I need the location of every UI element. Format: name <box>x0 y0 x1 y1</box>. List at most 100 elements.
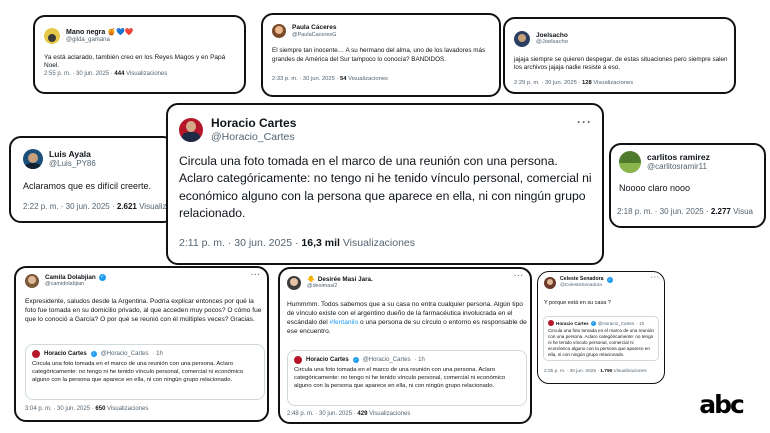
verified-badge-icon: ✓ <box>90 351 97 357</box>
svg-text:abc: abc <box>699 392 744 418</box>
tweet-text: El siempre tan inocente… A su hermano de… <box>272 47 486 63</box>
tweet-meta: 2:22 p. m. · 30 jun. 2025 · 2.621 Visual… <box>23 202 171 211</box>
tweet-time[interactable]: 2:18 p. m. · 30 jun. 2025 · <box>617 207 709 216</box>
tweet-card[interactable]: Camila Dolabjian ✓ @camidolabjian ··· Ex… <box>14 266 269 422</box>
quoted-tweet[interactable]: Horacio Cartes ✓ @Horacio_Cartes · 1h Ci… <box>287 350 527 406</box>
views-label: Visualizaciones <box>369 411 411 417</box>
quoted-text: Circula una foto tomada en el marco de u… <box>294 367 506 389</box>
quoted-author-name: Horacio Cartes <box>556 320 589 326</box>
author-name[interactable]: Luis Ayala <box>49 149 96 160</box>
tweet-text: Noooo claro nooo <box>619 183 691 193</box>
tweet-meta: 2:35 p. m. · 30 jun. 2025 · 1.790 Visual… <box>544 369 647 374</box>
author-handle[interactable]: @gilda_gamana <box>66 37 133 44</box>
author-handle[interactable]: @camidolabjian <box>45 281 106 287</box>
view-count: 54 <box>340 76 347 82</box>
view-count: 2.621 <box>116 202 137 211</box>
tweet-meta: 3:04 p. m. · 30 jun. 2025 · 650 Visualiz… <box>25 406 148 412</box>
verified-badge-icon: ✓ <box>590 320 596 326</box>
avatar[interactable] <box>23 149 43 169</box>
author-handle[interactable]: @Horacio_Cartes <box>211 131 296 143</box>
quoted-author-handle: @Horacio_Cartes <box>362 357 411 363</box>
author-name[interactable]: Horacio Cartes <box>211 116 296 131</box>
quoted-tweet[interactable]: Horacio Cartes ✓ @Horacio_Cartes · 1h Ci… <box>25 344 265 400</box>
name-emoji: 🐥 <box>307 276 315 284</box>
author-handle[interactable]: @CelesteSenadora <box>560 283 613 289</box>
tweet-card[interactable]: Joelsacho @Joelsacho jajaja siempre se q… <box>503 17 736 94</box>
views-label: Visualizaciones <box>613 369 647 374</box>
tweet-card[interactable]: Luis Ayala @Luis_PY86 Aclaramos que es d… <box>9 136 175 223</box>
tweet-time[interactable]: 2:55 p. m. · 30 jun. 2025 · <box>44 71 113 77</box>
tweet-card[interactable]: carlitos ramirez @carlitosramir11 Noooo … <box>609 143 766 228</box>
more-options-icon[interactable]: ··· <box>577 115 592 129</box>
author-name[interactable]: Desirée Masi Jara. <box>318 276 373 283</box>
author-name[interactable]: Joelsacho <box>536 32 568 39</box>
avatar[interactable] <box>272 24 286 38</box>
tweet-text: Aclaramos que es difícil creerte. <box>23 181 152 191</box>
views-label: Visua <box>733 207 753 216</box>
avatar[interactable] <box>514 31 530 47</box>
views-label: Visualizaciones <box>342 237 416 249</box>
view-count: 650 <box>95 406 106 412</box>
more-options-icon[interactable]: ··· <box>651 275 660 281</box>
tweet-time[interactable]: 3:04 p. m. · 30 jun. 2025 · <box>25 406 94 412</box>
tweet-time[interactable]: 2:48 p. m. · 30 jun. 2025 · <box>287 411 356 417</box>
tweet-text: Expresidente, saludos desde la Argentina… <box>25 298 262 324</box>
quoted-text: Circula una foto tomada en el marco de u… <box>32 361 244 383</box>
abc-logo: abc <box>699 392 746 418</box>
avatar[interactable] <box>619 151 641 173</box>
tweet-meta: 2:11 p. m. · 30 jun. 2025 · 16,3 mil Vis… <box>179 237 415 249</box>
tweet-text: Hummmm. Todos sabemos que a su casa no e… <box>287 300 527 336</box>
author-name[interactable]: Mano negra 🍯💙❤️ <box>66 29 133 37</box>
views-label: Visualizaciones <box>348 76 388 82</box>
tweet-card-main[interactable]: Horacio Cartes @Horacio_Cartes ··· Circu… <box>166 103 604 265</box>
author-name[interactable]: Camila Dolabjian <box>45 274 96 281</box>
quoted-text: Circula una foto tomada en el marco de u… <box>548 328 654 357</box>
avatar[interactable] <box>25 274 39 288</box>
tweet-meta: 2:18 p. m. · 30 jun. 2025 · 2.277 Visua <box>617 207 753 216</box>
tweet-card[interactable]: Mano negra 🍯💙❤️ @gilda_gamana Ya está ac… <box>33 15 246 94</box>
avatar[interactable] <box>544 277 556 289</box>
views-label: Visualizaciones <box>107 406 149 412</box>
author-handle[interactable]: @desimasi2 <box>307 283 373 289</box>
avatar[interactable] <box>179 117 203 142</box>
view-count: 1.790 <box>600 369 613 374</box>
author-name[interactable]: Paula Cáceres <box>292 24 336 31</box>
tweet-card[interactable]: 🐥 Desirée Masi Jara. @desimasi2 ··· Humm… <box>278 267 532 424</box>
tweet-card[interactable]: Celeste Senadora ✓ @CelesteSenadora ··· … <box>537 271 665 384</box>
view-count: 128 <box>582 80 592 86</box>
author-handle[interactable]: @Luis_PY86 <box>49 159 96 168</box>
more-options-icon[interactable]: ··· <box>514 273 524 280</box>
avatar <box>294 356 302 364</box>
author-name[interactable]: carlitos ramirez <box>647 152 710 163</box>
quoted-author-handle: @Horacio_Cartes <box>100 351 149 357</box>
tweet-text: Circula una foto tomada en el marco de u… <box>179 154 592 220</box>
author-handle[interactable]: @PaulaCaceresG <box>292 32 336 38</box>
tweet-meta: 2:55 p. m. · 30 jun. 2025 · 444 Visualiz… <box>44 71 167 77</box>
quoted-tweet[interactable]: Horacio Cartes ✓ @Horacio_Cartes · 1h Ci… <box>543 316 659 361</box>
author-handle[interactable]: @carlitosramir11 <box>647 162 710 171</box>
tweet-meta: 2:48 p. m. · 30 jun. 2025 · 429 Visualiz… <box>287 411 410 417</box>
quoted-author-handle: @Horacio_Cartes <box>597 320 635 326</box>
tweet-time[interactable]: 2:33 p. m. · 30 jun. 2025 · <box>272 76 338 82</box>
tweet-time[interactable]: 2:11 p. m. · 30 jun. 2025 · <box>179 237 298 249</box>
verified-badge-icon: ✓ <box>352 357 359 363</box>
tweet-time[interactable]: 2:29 p. m. · 30 jun. 2025 · <box>514 80 580 86</box>
tweet-time[interactable]: 2:22 p. m. · 30 jun. 2025 · <box>23 202 115 211</box>
view-count: 16,3 mil <box>301 237 340 249</box>
tweet-time[interactable]: 2:35 p. m. · 30 jun. 2025 · <box>544 369 599 374</box>
view-count: 444 <box>114 71 125 77</box>
tweet-card[interactable]: Paula Cáceres @PaulaCaceresG El siempre … <box>261 13 501 97</box>
avatar <box>32 350 40 358</box>
author-handle[interactable]: @Joelsacho <box>536 39 568 46</box>
avatar[interactable] <box>287 276 301 290</box>
hashtag-link[interactable]: #fentanilo <box>330 319 359 326</box>
quoted-time: · 1h <box>414 357 425 363</box>
quoted-time: · 1h <box>636 320 645 326</box>
quoted-author-name: Horacio Cartes <box>44 351 87 357</box>
views-label: Visualizaciones <box>593 80 634 86</box>
tweet-text: Ya está aclarado, también creo en los Re… <box>44 54 226 70</box>
avatar[interactable] <box>44 28 60 44</box>
tweet-text: jajaja siempre se quieren despegar. de e… <box>514 56 728 72</box>
more-options-icon[interactable]: ··· <box>251 272 261 279</box>
avatar <box>548 320 554 326</box>
